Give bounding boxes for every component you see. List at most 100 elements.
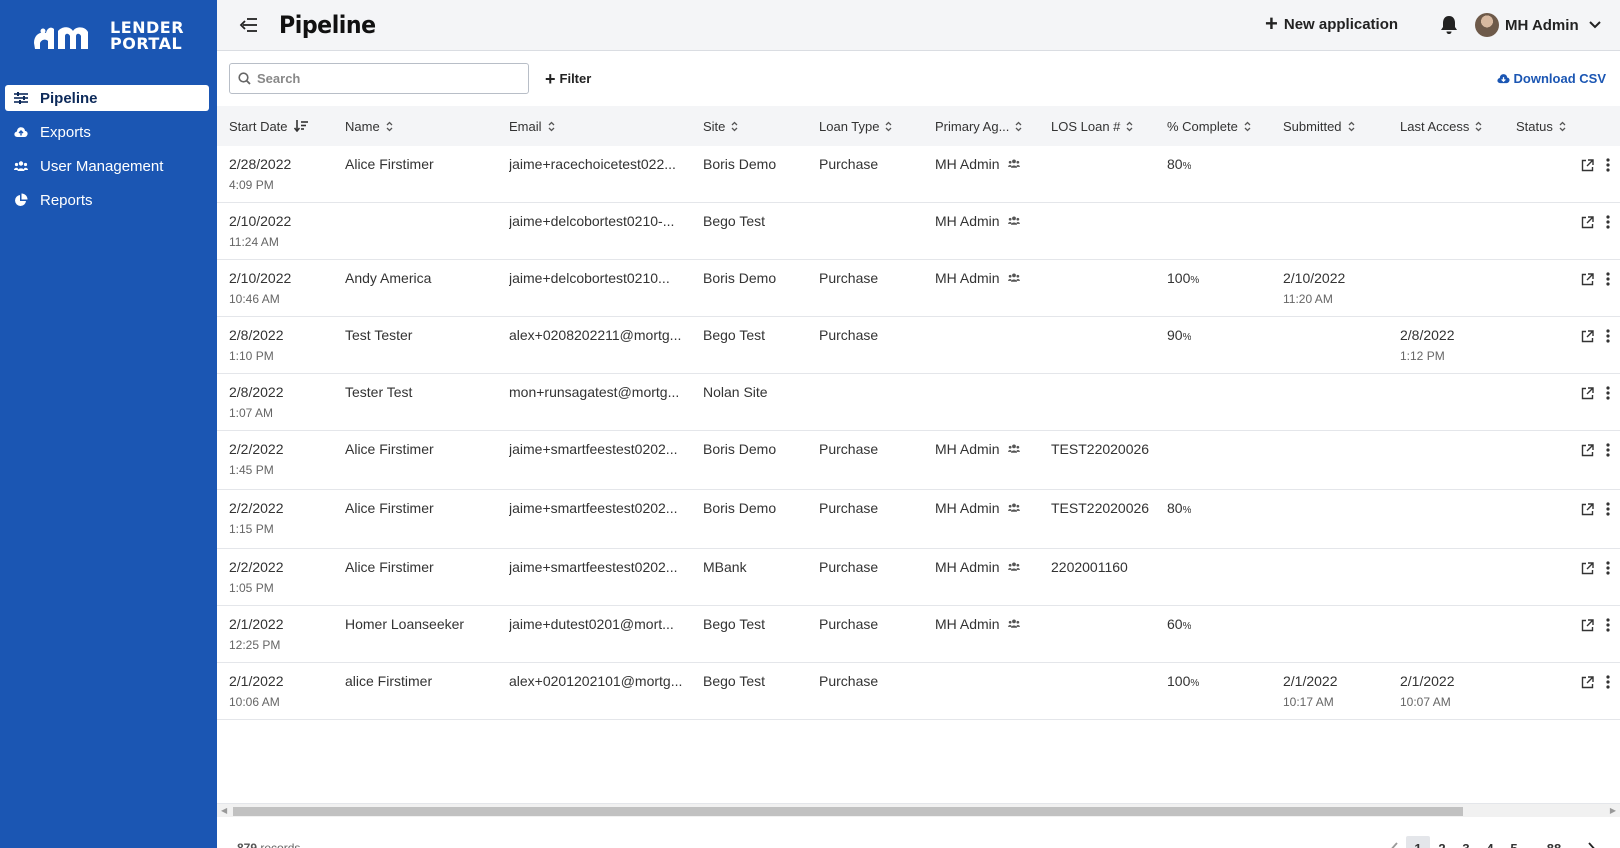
page-button-last[interactable]: 88 [1542,836,1566,848]
name-cell: Alice Firstimer [345,500,501,516]
los-loan-value: 2202001160 [1051,559,1128,575]
agent-group-icon[interactable] [1000,559,1020,575]
table-row[interactable]: 2/8/2022 1:07 AM Tester Test mon+runsagates… [217,374,1620,431]
agent-group-icon[interactable] [1000,441,1020,457]
search-box[interactable] [229,63,529,94]
table-row[interactable]: 2/8/2022 1:10 PM Test Tester alex+020820221… [217,317,1620,374]
open-external-icon[interactable] [1581,618,1594,632]
open-external-icon[interactable] [1581,675,1594,689]
start-date-cell: 2/10/2022 11:24 AM [229,213,337,249]
more-options-icon[interactable] [1606,386,1610,400]
sort-icon [731,121,738,132]
table-row[interactable]: 2/1/2022 10:06 AM alice Firstimer alex+0201… [217,663,1620,720]
table-row[interactable]: 2/28/2022 4:09 PM Alice Firstimer jaime+rac… [217,146,1620,203]
more-options-icon[interactable] [1606,618,1610,632]
pipeline-panel: + Filter Download CSV Start Date Name Emai… [217,51,1620,848]
page-button-2[interactable]: 2 [1430,836,1454,848]
site-cell: Nolan Site [703,384,811,400]
user-menu[interactable]: MH Admin [1475,13,1601,37]
site-cell: Boris Demo [703,500,811,516]
table-row[interactable]: 2/10/2022 11:24 AM jaime+delcobortest0210-… [217,203,1620,260]
name-cell-value: Alice Firstimer [345,559,434,575]
sidebar-item-reports[interactable]: Reports [5,187,209,213]
email-cell: jaime+delcobortest0210-... [509,213,695,229]
column-header-email[interactable]: Email [509,106,555,146]
sidebar-item-user-management[interactable]: User Management [5,153,209,179]
table-row[interactable]: 2/2/2022 1:45 PM Alice Firstimer jaime+smar… [217,431,1620,490]
users-icon [14,159,28,173]
agent-group-icon[interactable] [1000,213,1020,229]
agent-group-icon[interactable] [1000,156,1020,172]
column-header-label: % Complete [1167,118,1238,134]
notifications-button[interactable] [1440,15,1458,40]
column-header-percent-complete[interactable]: % Complete [1167,106,1251,146]
name-cell: Andy America [345,270,501,286]
agent-group-icon[interactable] [1000,500,1020,516]
sidebar-item-pipeline[interactable]: Pipeline [5,85,209,111]
sidebar-item-exports[interactable]: Exports [5,119,209,145]
column-header-los-loan[interactable]: LOS Loan # [1051,106,1133,146]
column-header-loan-type[interactable]: Loan Type [819,106,892,146]
column-header-name[interactable]: Name [345,106,393,146]
previous-page-button[interactable] [1384,836,1406,848]
agent-group-icon[interactable] [1000,270,1020,286]
more-options-icon[interactable] [1606,329,1610,343]
scrollbar-thumb[interactable] [233,807,1463,816]
more-options-icon[interactable] [1606,561,1610,575]
column-header-status[interactable]: Status [1516,106,1566,146]
table-row[interactable]: 2/1/2022 12:25 PM Homer Loanseeker jaime+du… [217,606,1620,663]
page-button-3[interactable]: 3 [1454,836,1478,848]
column-header-site[interactable]: Site [703,106,738,146]
page-button-5[interactable]: 5 [1502,836,1526,848]
loan-type-cell-value: Purchase [819,559,879,575]
bell-icon [1441,16,1457,34]
email-cell: jaime+smartfeestest0202... [509,500,695,516]
open-external-icon[interactable] [1581,502,1594,516]
open-external-icon[interactable] [1581,329,1594,343]
table-row[interactable]: 2/2/2022 1:05 PM Alice Firstimer jaime+smar… [217,549,1620,606]
open-external-icon[interactable] [1581,272,1594,286]
horizontal-scrollbar[interactable]: ◀ ▶ [217,803,1620,817]
more-options-icon[interactable] [1606,215,1610,229]
open-external-icon[interactable] [1581,561,1594,575]
search-icon [238,72,251,85]
start-date-cell: 2/8/2022 1:10 PM [229,327,337,363]
primary-agent-value: MH Admin [935,441,1000,457]
more-options-icon[interactable] [1606,443,1610,457]
column-header-submitted[interactable]: Submitted [1283,106,1355,146]
loan-type-cell: Purchase [819,441,927,457]
scroll-left-icon[interactable]: ◀ [221,806,227,815]
column-header-start-date[interactable]: Start Date [229,106,308,146]
open-external-icon[interactable] [1581,158,1594,172]
open-external-icon[interactable] [1581,386,1594,400]
page-button-4[interactable]: 4 [1478,836,1502,848]
more-options-icon[interactable] [1606,272,1610,286]
scroll-right-icon[interactable]: ▶ [1610,806,1616,815]
start-date-cell: 2/1/2022 12:25 PM [229,616,337,652]
more-options-icon[interactable] [1606,158,1610,172]
page-button-1[interactable]: 1 [1406,836,1430,848]
search-input[interactable] [257,71,517,86]
table-row[interactable]: 2/2/2022 1:15 PM Alice Firstimer jaime+smar… [217,490,1620,549]
open-external-icon[interactable] [1581,215,1594,229]
table-row[interactable]: 2/10/2022 10:46 AM Andy America jaime+delco… [217,260,1620,317]
site-cell-value: Boris Demo [703,441,777,457]
column-header-primary-agent[interactable]: Primary Ag... [935,106,1022,146]
submitted-cell-value: 2/1/2022 [1283,673,1338,689]
site-cell: MBank [703,559,811,575]
start-date-cell-time: 1:10 PM [229,349,274,363]
more-options-icon[interactable] [1606,675,1610,689]
column-header-last-access[interactable]: Last Access [1400,106,1482,146]
new-application-button[interactable]: + New application [1265,13,1398,35]
more-options-icon[interactable] [1606,502,1610,516]
app-logo[interactable]: LENDER PORTAL [32,20,184,52]
next-page-button[interactable] [1580,836,1602,848]
open-external-icon[interactable] [1581,443,1594,457]
download-csv-button[interactable]: Download CSV [1496,71,1606,86]
email-cell: jaime+dutest0201@mort... [509,616,695,632]
collapse-sidebar-button[interactable] [239,15,259,35]
primary-agent-cell: MH Admin [935,616,1020,632]
primary-agent-value: MH Admin [935,559,1000,575]
agent-group-icon[interactable] [1000,616,1020,632]
filter-button[interactable]: + Filter [545,70,591,88]
